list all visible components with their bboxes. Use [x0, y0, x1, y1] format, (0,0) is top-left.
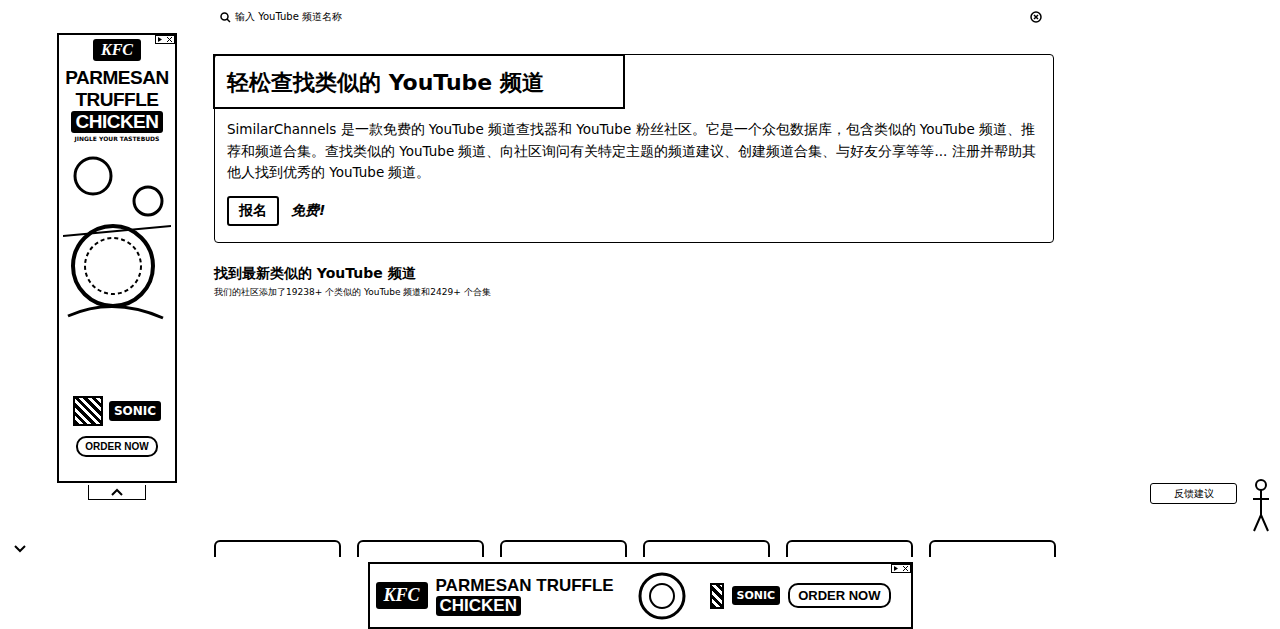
- feedback-button[interactable]: 反馈建议: [1150, 483, 1237, 504]
- page: KFCPARMESANTRUFFLECHICKENJINGLE YOUR TAS…: [0, 0, 1280, 629]
- qr-code-icon: [710, 583, 724, 609]
- chevron-up-icon: [110, 488, 124, 496]
- side-ad[interactable]: KFC PARMESANTRUFFLECHICKEN JINGLE YOUR TAS…: [57, 33, 177, 483]
- hero-card: 轻松查找类似的 YouTube 频道 SimilarChannels 是一款免费的…: [214, 54, 1054, 243]
- left-column: KFC PARMESANTRUFFLECHICKEN JINGLE YOUR TAS…: [57, 0, 177, 600]
- clear-icon[interactable]: [1030, 11, 1042, 23]
- brand-logo: KFC: [376, 582, 428, 609]
- latest-heading: 找到最新类似的 YouTube 频道: [214, 265, 1054, 283]
- ad-headline: CHICKEN: [71, 111, 162, 133]
- ad-choices-icon[interactable]: [891, 564, 911, 573]
- chevron-down-icon[interactable]: [13, 545, 27, 553]
- order-now-button[interactable]: ORDER NOW: [788, 583, 890, 608]
- bottom-ad-strip: KFC PARMESAN TRUFFLECHICKEN SONIC ORDER NOW: [0, 557, 1280, 629]
- ad-choices-icon[interactable]: [155, 35, 175, 44]
- main-content: 输入 YouTube 频道名称轻松查找类似的 YouTube 频道 Similar…: [214, 0, 1054, 600]
- latest-subtext: 我们的社区添加了19238+ 个类似的 YouTube 频道和2429+ 个合集: [214, 286, 1054, 299]
- order-now-button[interactable]: ORDER NOW: [76, 436, 157, 457]
- mascot-icon[interactable]: [1250, 475, 1272, 535]
- ad-tagline: JINGLE YOUR TASTEBUDS: [75, 135, 160, 142]
- brand-logo: KFC: [93, 39, 141, 61]
- signup-button[interactable]: 报名: [227, 196, 279, 226]
- ad-photo: [622, 566, 702, 626]
- ad-headline: PARMESAN TRUFFLE: [436, 576, 614, 596]
- bottom-ad[interactable]: KFC PARMESAN TRUFFLECHICKEN SONIC ORDER NOW: [368, 562, 913, 629]
- search-placeholder[interactable]: 输入 YouTube 频道名称: [235, 10, 1026, 24]
- free-label: 免费!: [291, 202, 325, 220]
- hero-description: SimilarChannels 是一款免费的 YouTube 频道查找器和 Yo…: [215, 119, 1053, 184]
- ad-badge: SONIC: [732, 586, 781, 605]
- search-icon: [220, 12, 231, 23]
- ad-headline: TRUFFLE: [75, 89, 158, 111]
- ad-headline: CHICKEN: [436, 596, 521, 616]
- collapse-ad-button[interactable]: [88, 485, 146, 500]
- ad-photo: [63, 146, 171, 392]
- qr-code-icon: [73, 396, 103, 426]
- ad-headline: PARMESAN: [65, 67, 168, 89]
- ad-badge: SONIC: [109, 401, 161, 421]
- search-bar[interactable]: 输入 YouTube 频道名称: [214, 10, 1054, 24]
- hero-title: 轻松查找类似的 YouTube 频道: [213, 54, 625, 109]
